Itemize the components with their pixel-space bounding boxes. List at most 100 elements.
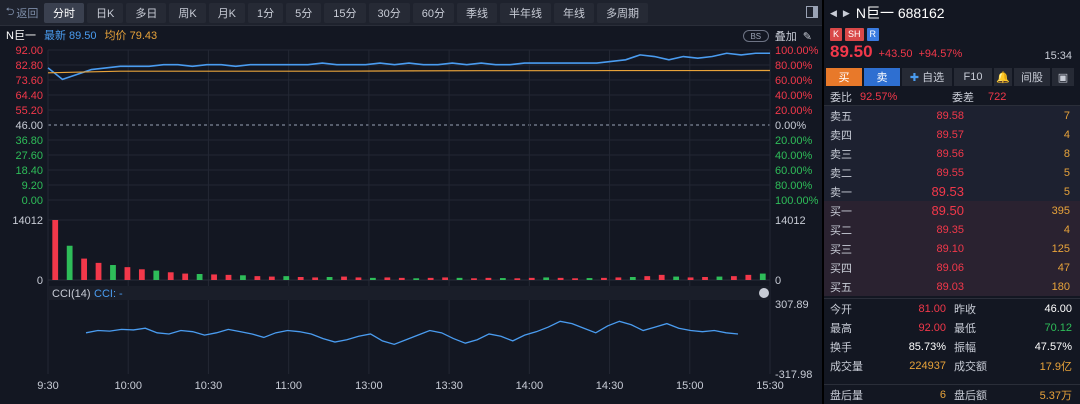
level-name: 买三 [830, 243, 852, 256]
period-tab[interactable]: 周K [169, 2, 206, 23]
volume-bar [66, 245, 73, 280]
stat-l2: 最低 [954, 322, 976, 335]
stat-row: 换手 85.73% 振幅 47.57% [824, 337, 1080, 356]
volume-bar [731, 276, 737, 280]
alert-bell-icon[interactable]: 🔔 [994, 68, 1012, 86]
stat-v1: 85.73% [908, 340, 946, 353]
volume-bar [341, 276, 347, 280]
stat-l1: 换手 [830, 341, 852, 354]
pct-tick-label: 60.00% [775, 75, 813, 87]
price-tick-label: 36.80 [15, 135, 43, 147]
bid-row[interactable]: 买三 89.10 125 [824, 239, 1080, 258]
back-button[interactable]: ⮌ 返回 [0, 0, 44, 26]
volume-bar [413, 278, 420, 280]
panel-layout-icon[interactable]: ▣ [1052, 68, 1074, 86]
volume-bar [95, 262, 102, 280]
period-tab[interactable]: 多日 [126, 2, 167, 23]
f10-button[interactable]: F10 [954, 68, 992, 86]
overlay-button[interactable]: 叠加 [775, 28, 797, 44]
back-arrow-icon: ⮌ [5, 6, 15, 18]
period-tab[interactable]: 年线 [554, 2, 595, 23]
period-tab[interactable]: 5分 [286, 2, 322, 23]
period-tab[interactable]: 季线 [457, 2, 498, 23]
bid-row[interactable]: 买五 89.03 180 [824, 277, 1080, 296]
volume-bar [615, 277, 622, 280]
period-tab[interactable]: 15分 [324, 2, 366, 23]
ask-row[interactable]: 卖四 89.57 4 [824, 125, 1080, 144]
level-price: 89.03 [936, 280, 964, 293]
volume-bar [326, 277, 333, 280]
volume-bar [167, 272, 174, 280]
stat-v1: 92.00 [918, 321, 946, 334]
pct-tick-label: 100.00% [775, 45, 819, 57]
level-qty: 5 [1063, 166, 1070, 179]
ask-row[interactable]: 卖五 89.58 7 [824, 106, 1080, 125]
volume-bar [124, 267, 131, 280]
volume-bar [138, 269, 145, 280]
pct-tick-label: 20.00% [775, 105, 813, 117]
pen-icon[interactable]: ✎ [803, 30, 812, 43]
volume-bar [312, 277, 319, 280]
ask-row[interactable]: 卖二 89.55 5 [824, 163, 1080, 182]
sell-button[interactable]: 卖 [864, 68, 900, 86]
add-watchlist-button[interactable]: ✚ 自选 [902, 68, 952, 86]
volume-bar [81, 258, 87, 280]
related-stocks-button[interactable]: 间股 [1014, 68, 1050, 86]
price-change: +43.50 [878, 48, 913, 60]
period-tab[interactable]: 日K [87, 2, 124, 23]
stat-v1: 81.00 [918, 302, 946, 315]
period-tab[interactable]: 1分 [248, 2, 284, 23]
bs-toggle[interactable]: BS [742, 30, 769, 42]
level-qty: 180 [1051, 280, 1070, 293]
price-tick-label: 55.20 [15, 105, 43, 117]
level-qty: 125 [1051, 242, 1070, 255]
bid-row[interactable]: 买二 89.35 4 [824, 220, 1080, 239]
next-stock-icon[interactable]: ▶ [843, 8, 850, 19]
level-name: 买二 [830, 224, 852, 237]
volume-bar [644, 276, 651, 280]
level-qty: 4 [1063, 223, 1070, 236]
price-tick-label: 82.80 [15, 60, 43, 72]
volume-axis-top: 14012 [12, 215, 43, 227]
volume-axis-top-right: 14012 [775, 215, 806, 227]
intraday-chart[interactable]: 92.00 100.00% 82.80 80.00% 73.60 60.00% 64.40 4… [0, 44, 822, 404]
quote-time: 15:34 [1044, 50, 1072, 62]
level-qty: 47 [1057, 261, 1070, 274]
volume-bar [355, 277, 362, 280]
level-name: 卖一 [830, 186, 852, 199]
period-tab[interactable]: 多周期 [597, 2, 649, 23]
price-tick-label: 46.00 [15, 120, 43, 132]
cci-header [48, 286, 770, 300]
volume-bar [499, 278, 506, 280]
quote-panel: ◀ ▶ N巨一 688162 K SH R 89.50 +43.50 +94.5… [822, 0, 1080, 404]
cci-close-icon [759, 288, 769, 298]
panel-toggle-icon[interactable] [806, 6, 818, 18]
prev-stock-icon[interactable]: ◀ [830, 8, 837, 19]
ask-row[interactable]: 卖一 89.53 5 [824, 182, 1080, 201]
period-tab[interactable]: 月K [208, 2, 246, 23]
bid-row[interactable]: 买四 89.06 47 [824, 258, 1080, 277]
stats-table: 今开 81.00 昨收 46.00 最高 92.00 最低 70.12 换手 85.73% 振幅 47… [824, 298, 1080, 375]
stat-v2: 47.57% [1034, 340, 1072, 353]
price-tick-label: 64.40 [15, 90, 43, 102]
volume-bar [52, 220, 59, 280]
period-tab[interactable]: 分时 [44, 2, 84, 23]
ask-row[interactable]: 卖三 89.56 8 [824, 144, 1080, 163]
pct-tick-label: 80.00% [775, 180, 813, 192]
price-tick-label: 18.40 [15, 165, 43, 177]
volume-bar [543, 277, 550, 280]
volume-bar [759, 273, 766, 280]
volume-bar [528, 277, 535, 280]
level-price: 89.35 [936, 223, 964, 236]
volume-bar [586, 278, 593, 280]
bid-row[interactable]: 买一 89.50 395 [824, 201, 1080, 220]
stat-row: 最高 92.00 最低 70.12 [824, 318, 1080, 337]
period-tab[interactable]: 60分 [412, 2, 455, 23]
stat-l2: 成交额 [954, 360, 987, 373]
volume-bar [225, 274, 232, 280]
period-tab[interactable]: 30分 [368, 2, 410, 23]
period-tab[interactable]: 半年线 [500, 2, 552, 23]
level-name: 买五 [830, 281, 852, 294]
volume-bar [514, 278, 521, 280]
buy-button[interactable]: 买 [826, 68, 862, 86]
